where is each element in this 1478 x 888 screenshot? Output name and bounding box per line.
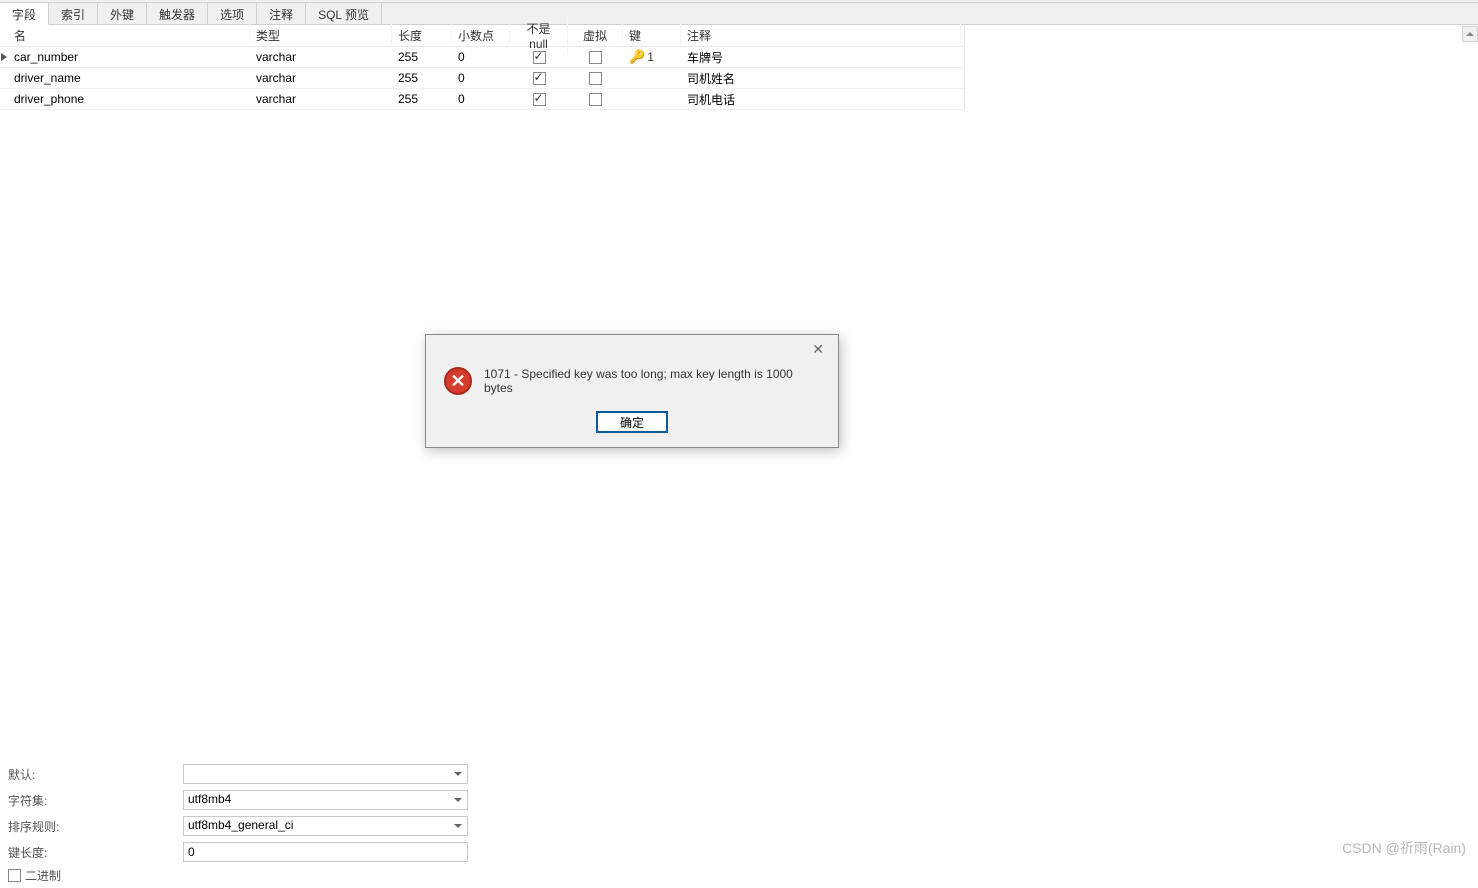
- tab-triggers[interactable]: 触发器: [147, 3, 208, 24]
- fields-table: 名 类型 长度 小数点 不是 null 虚拟 键 注释 car_number v…: [0, 25, 965, 110]
- cell-decimal[interactable]: 0: [452, 69, 510, 87]
- close-icon[interactable]: ✕: [806, 339, 830, 360]
- cell-name[interactable]: car_number: [8, 48, 250, 66]
- cell-type[interactable]: varchar: [250, 69, 392, 87]
- dialog-message: 1071 - Specified key was too long; max k…: [484, 367, 820, 395]
- table-row[interactable]: driver_name varchar 255 0 司机姓名: [0, 68, 964, 89]
- table-row[interactable]: car_number varchar 255 0 🔑1 车牌号: [0, 47, 964, 68]
- notnull-checkbox[interactable]: [533, 93, 546, 106]
- cell-decimal[interactable]: 0: [452, 48, 510, 66]
- default-label: 默认:: [8, 766, 183, 783]
- tab-comments[interactable]: 注释: [257, 3, 306, 24]
- cell-length[interactable]: 255: [392, 69, 452, 87]
- virtual-checkbox[interactable]: [589, 93, 602, 106]
- header-virtual[interactable]: 虚拟: [568, 24, 623, 47]
- notnull-checkbox[interactable]: [533, 72, 546, 85]
- error-icon: ✕: [444, 367, 472, 395]
- charset-select[interactable]: utf8mb4: [183, 790, 468, 810]
- header-type[interactable]: 类型: [250, 24, 392, 47]
- binary-label: 二进制: [25, 867, 61, 884]
- header-name[interactable]: 名: [8, 24, 250, 47]
- table-header: 名 类型 长度 小数点 不是 null 虚拟 键 注释: [0, 25, 964, 47]
- header-key[interactable]: 键: [623, 24, 681, 47]
- cell-comment[interactable]: 司机电话: [681, 89, 961, 110]
- keylength-input[interactable]: [183, 842, 468, 862]
- tab-bar: 字段 索引 外键 触发器 选项 注释 SQL 预览: [0, 3, 1478, 25]
- cell-type[interactable]: varchar: [250, 48, 392, 66]
- collation-select[interactable]: utf8mb4_general_ci: [183, 816, 468, 836]
- scroll-up-button[interactable]: [1462, 26, 1478, 42]
- cell-type[interactable]: varchar: [250, 90, 392, 108]
- cell-name[interactable]: driver_phone: [8, 90, 250, 108]
- tab-foreign-keys[interactable]: 外键: [98, 3, 147, 24]
- primary-key-icon[interactable]: 🔑1: [629, 49, 654, 65]
- tab-sql-preview[interactable]: SQL 预览: [306, 3, 382, 24]
- binary-checkbox[interactable]: [8, 869, 21, 882]
- cell-length[interactable]: 255: [392, 90, 452, 108]
- charset-label: 字符集:: [8, 792, 183, 809]
- ok-button[interactable]: 确定: [596, 411, 668, 433]
- field-properties-panel: 默认: 字符集: utf8mb4 排序规则: utf8mb4_general_c…: [0, 757, 1478, 888]
- collation-label: 排序规则:: [8, 818, 183, 835]
- tab-indexes[interactable]: 索引: [49, 3, 98, 24]
- notnull-checkbox[interactable]: [533, 51, 546, 64]
- virtual-checkbox[interactable]: [589, 51, 602, 64]
- cell-length[interactable]: 255: [392, 48, 452, 66]
- tab-options[interactable]: 选项: [208, 3, 257, 24]
- header-decimal[interactable]: 小数点: [452, 24, 510, 47]
- cell-name[interactable]: driver_name: [8, 69, 250, 87]
- cell-decimal[interactable]: 0: [452, 90, 510, 108]
- default-select[interactable]: [183, 764, 468, 784]
- keylength-label: 键长度:: [8, 844, 183, 861]
- header-comment[interactable]: 注释: [681, 24, 961, 47]
- cell-comment[interactable]: 司机姓名: [681, 68, 961, 89]
- virtual-checkbox[interactable]: [589, 72, 602, 85]
- dialog-titlebar[interactable]: ✕: [426, 335, 838, 363]
- watermark: CSDN @祈雨(Rain): [1342, 838, 1466, 858]
- key-icon: 🔑: [629, 49, 645, 65]
- header-length[interactable]: 长度: [392, 24, 452, 47]
- table-row[interactable]: driver_phone varchar 255 0 司机电话: [0, 89, 964, 110]
- error-dialog: ✕ ✕ 1071 - Specified key was too long; m…: [425, 334, 839, 448]
- tab-fields[interactable]: 字段: [0, 3, 49, 25]
- active-row-indicator-icon: [1, 53, 7, 61]
- cell-comment[interactable]: 车牌号: [681, 47, 961, 68]
